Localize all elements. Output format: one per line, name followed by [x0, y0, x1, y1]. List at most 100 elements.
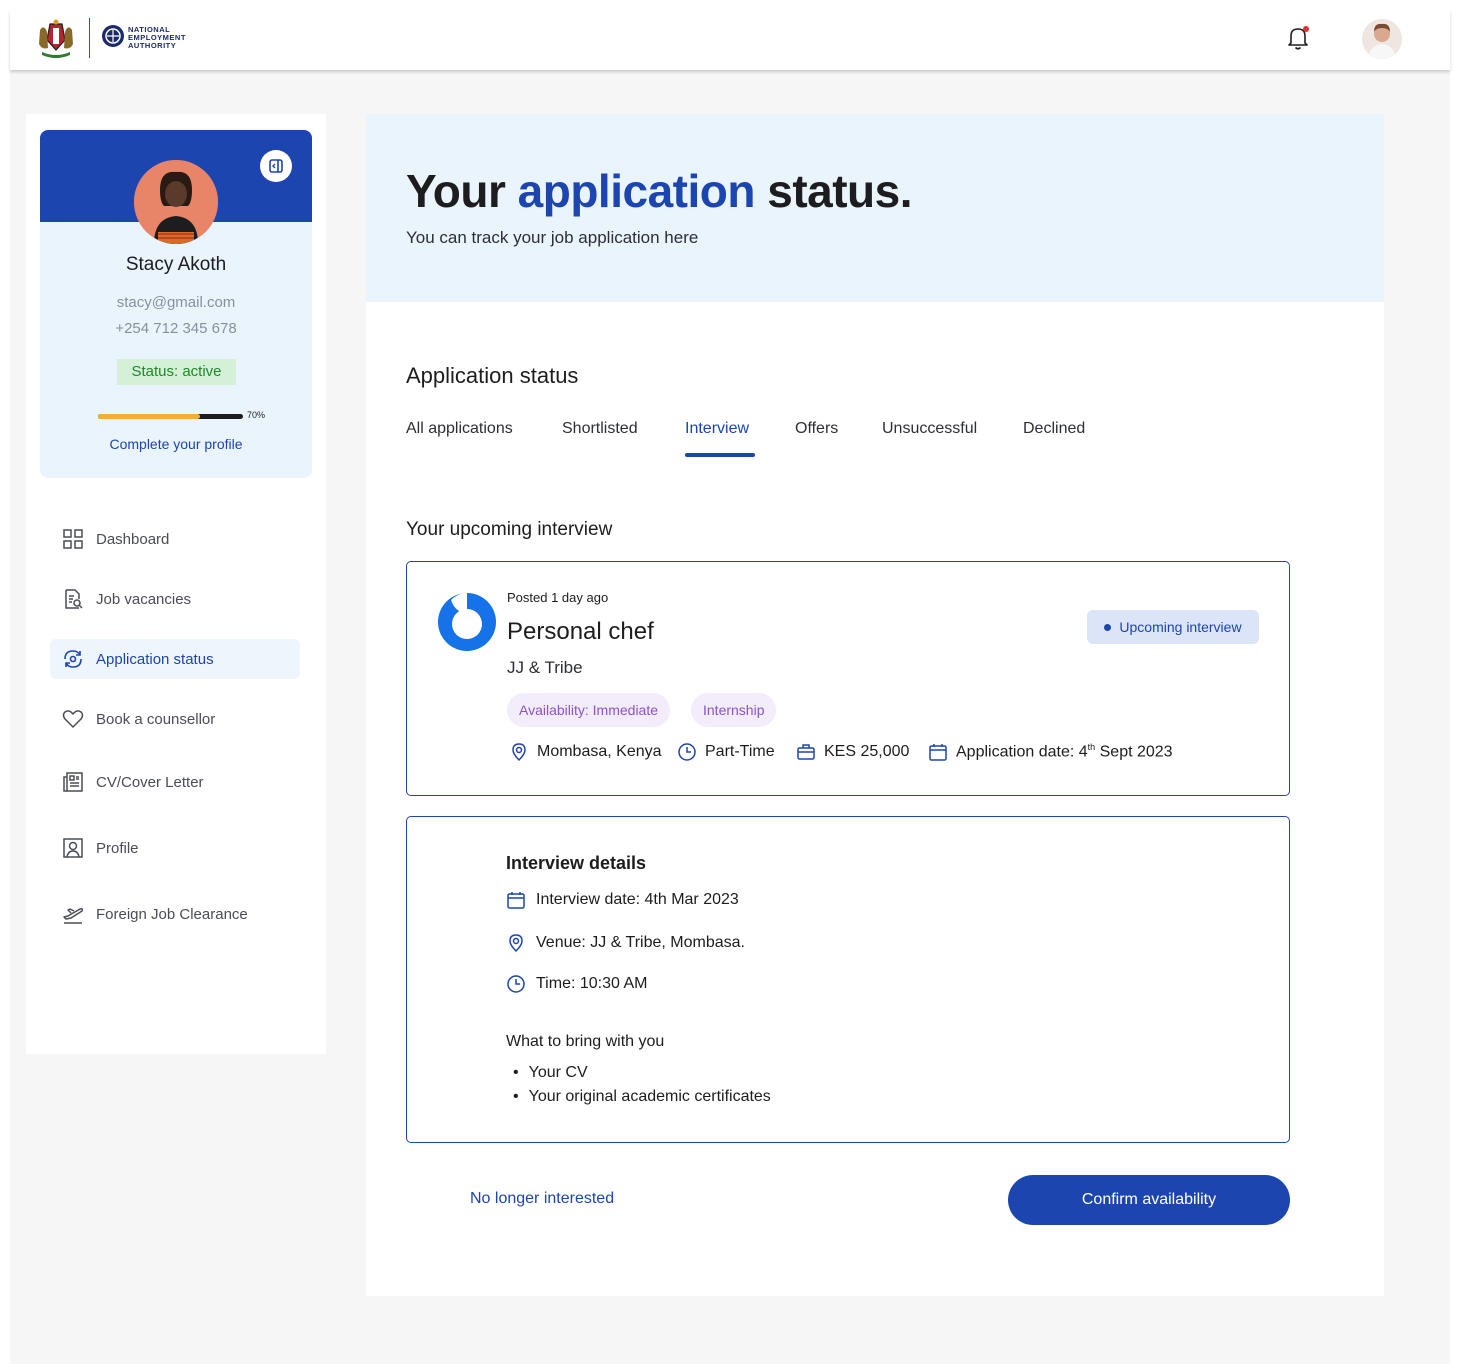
- page-title-accent: application: [517, 165, 756, 217]
- account-status-badge: Status: active: [117, 359, 236, 385]
- tab-unsuccessful[interactable]: Unsuccessful: [882, 420, 977, 438]
- profile-photo: [134, 160, 218, 244]
- section-title: Application status: [406, 363, 579, 388]
- profile-card: Stacy Akoth stacy@gmail.com +254 712 345…: [40, 130, 312, 478]
- application-date-text: Application date: 4th Sept 2023: [956, 742, 1173, 761]
- logo-divider: [89, 18, 90, 58]
- upcoming-interview-badge: Upcoming interview: [1087, 610, 1259, 644]
- application-date-prefix: Application date: 4: [956, 743, 1088, 761]
- sidebar-item-foreign-job-clearance[interactable]: Foreign Job Clearance: [50, 894, 300, 934]
- tab-interview[interactable]: Interview: [685, 420, 749, 438]
- page-subtitle: You can track your job application here: [406, 228, 699, 247]
- airplane-icon: [50, 903, 96, 925]
- sidebar-item-profile[interactable]: Profile: [50, 828, 300, 868]
- no-longer-interested-button[interactable]: No longer interested: [470, 1190, 614, 1208]
- refresh-search-icon: [50, 648, 96, 670]
- upcoming-interview-label: Upcoming interview: [1119, 619, 1242, 635]
- job-type-text: Part-Time: [705, 743, 775, 760]
- sidebar-item-application-status[interactable]: Application status: [50, 639, 300, 679]
- interview-details-title: Interview details: [506, 853, 647, 873]
- sidebar-collapse-icon: [269, 159, 283, 173]
- clock-icon: [678, 743, 696, 761]
- interview-details-card: Interview details Interview date: 4th Ma…: [406, 816, 1290, 1143]
- newspaper-icon: [50, 771, 96, 793]
- company-name: JJ & Tribe: [507, 658, 583, 677]
- company-logo: [437, 592, 497, 652]
- sidebar-item-label: Job vacancies: [96, 590, 192, 608]
- grid-icon: [50, 528, 96, 550]
- availability-tag: Availability: Immediate: [507, 693, 671, 727]
- kenya-coat-of-arms-logo: [36, 18, 76, 64]
- sidebar-item-label: CV/Cover Letter: [96, 773, 204, 791]
- sidebar-item-label: Book a counsellor: [96, 710, 216, 728]
- confirm-availability-button[interactable]: Confirm availability: [1008, 1175, 1290, 1225]
- posted-time: Posted 1 day ago: [507, 590, 609, 605]
- sidebar-item-book-counsellor[interactable]: Book a counsellor: [50, 699, 300, 739]
- briefcase-icon: [797, 744, 815, 760]
- job-type-tag: Internship: [691, 693, 777, 727]
- notification-dot: [1303, 26, 1309, 32]
- collapse-sidebar-button[interactable]: [260, 150, 292, 182]
- heart-icon: [50, 708, 96, 730]
- active-tab-indicator: [685, 453, 755, 457]
- bring-item-text: Your CV: [528, 1064, 588, 1081]
- top-navigation-bar: NATIONAL EMPLOYMENT AUTHORITY: [10, 10, 1450, 70]
- tab-shortlisted[interactable]: Shortlisted: [562, 420, 638, 438]
- interview-time: Time: 10:30 AM: [506, 974, 647, 994]
- tab-all-applications[interactable]: All applications: [406, 420, 513, 438]
- profile-progress-bar: [98, 414, 243, 419]
- profile-email: stacy@gmail.com: [116, 294, 236, 311]
- application-date-suffix: Sept 2023: [1095, 743, 1173, 761]
- nea-logo: NATIONAL EMPLOYMENT AUTHORITY: [101, 22, 201, 52]
- sidebar-item-label: Profile: [96, 839, 139, 857]
- job-card[interactable]: Posted 1 day ago Personal chef JJ & Trib…: [406, 561, 1290, 796]
- interview-venue: Venue: JJ & Tribe, Mombasa.: [506, 933, 745, 953]
- document-search-icon: [50, 588, 96, 610]
- bring-with-you-title: What to bring with you: [506, 1033, 665, 1050]
- job-title: Personal chef: [507, 618, 654, 645]
- status-dot: [1104, 623, 1112, 631]
- job-location: Mombasa, Kenya: [509, 742, 662, 762]
- user-square-icon: [50, 837, 96, 859]
- interview-venue-text: Venue: JJ & Tribe, Mombasa.: [536, 934, 745, 951]
- bring-item: • Your original academic certificates: [513, 1088, 771, 1105]
- profile-progress-fill: [98, 414, 200, 419]
- calendar-icon: [929, 744, 947, 761]
- complete-profile-link[interactable]: Complete your profile: [40, 436, 312, 452]
- page-title-part1: Your: [406, 165, 518, 217]
- sidebar-item-cv-cover-letter[interactable]: CV/Cover Letter: [50, 762, 300, 802]
- page-title-part2: status.: [754, 165, 913, 217]
- agency-name-line3: AUTHORITY: [128, 41, 177, 50]
- location-pin-icon: [509, 934, 523, 953]
- sidebar-item-dashboard[interactable]: Dashboard: [50, 519, 300, 559]
- bring-item-text: Your original academic certificates: [528, 1088, 771, 1105]
- bell-icon[interactable]: [1283, 22, 1313, 52]
- sidebar-item-label: Foreign Job Clearance: [96, 905, 248, 923]
- job-salary-text: KES 25,000: [824, 743, 910, 760]
- bring-item: • Your CV: [513, 1064, 588, 1081]
- job-salary: KES 25,000: [796, 742, 909, 762]
- interview-time-text: Time: 10:30 AM: [536, 975, 648, 992]
- job-location-text: Mombasa, Kenya: [537, 743, 662, 760]
- hero-banner: Your application status. You can track y…: [366, 114, 1384, 302]
- calendar-icon: [507, 892, 525, 909]
- profile-progress-label: 70%: [247, 410, 266, 420]
- tab-declined[interactable]: Declined: [1023, 420, 1085, 438]
- profile-phone: +254 712 345 678: [115, 320, 237, 337]
- sidebar-item-label: Application status: [96, 650, 214, 668]
- interview-date-text: Interview date: 4th Mar 2023: [536, 891, 739, 908]
- application-date: Application date: 4th Sept 2023: [928, 742, 1173, 762]
- main-content: Your application status. You can track y…: [366, 114, 1384, 1296]
- profile-name: Stacy Akoth: [125, 254, 227, 275]
- upcoming-interview-title: Your upcoming interview: [406, 519, 613, 540]
- clock-icon: [507, 975, 525, 993]
- sidebar-item-label: Dashboard: [96, 530, 170, 548]
- sidebar-item-job-vacancies[interactable]: Job vacancies: [50, 579, 300, 619]
- tab-offers[interactable]: Offers: [795, 420, 838, 438]
- interview-date: Interview date: 4th Mar 2023: [506, 890, 739, 910]
- sidebar: Stacy Akoth stacy@gmail.com +254 712 345…: [26, 114, 326, 1054]
- job-type: Part-Time: [677, 742, 775, 762]
- page-title: Your application status.: [406, 164, 913, 218]
- user-avatar[interactable]: [1362, 19, 1402, 59]
- location-pin-icon: [512, 743, 526, 762]
